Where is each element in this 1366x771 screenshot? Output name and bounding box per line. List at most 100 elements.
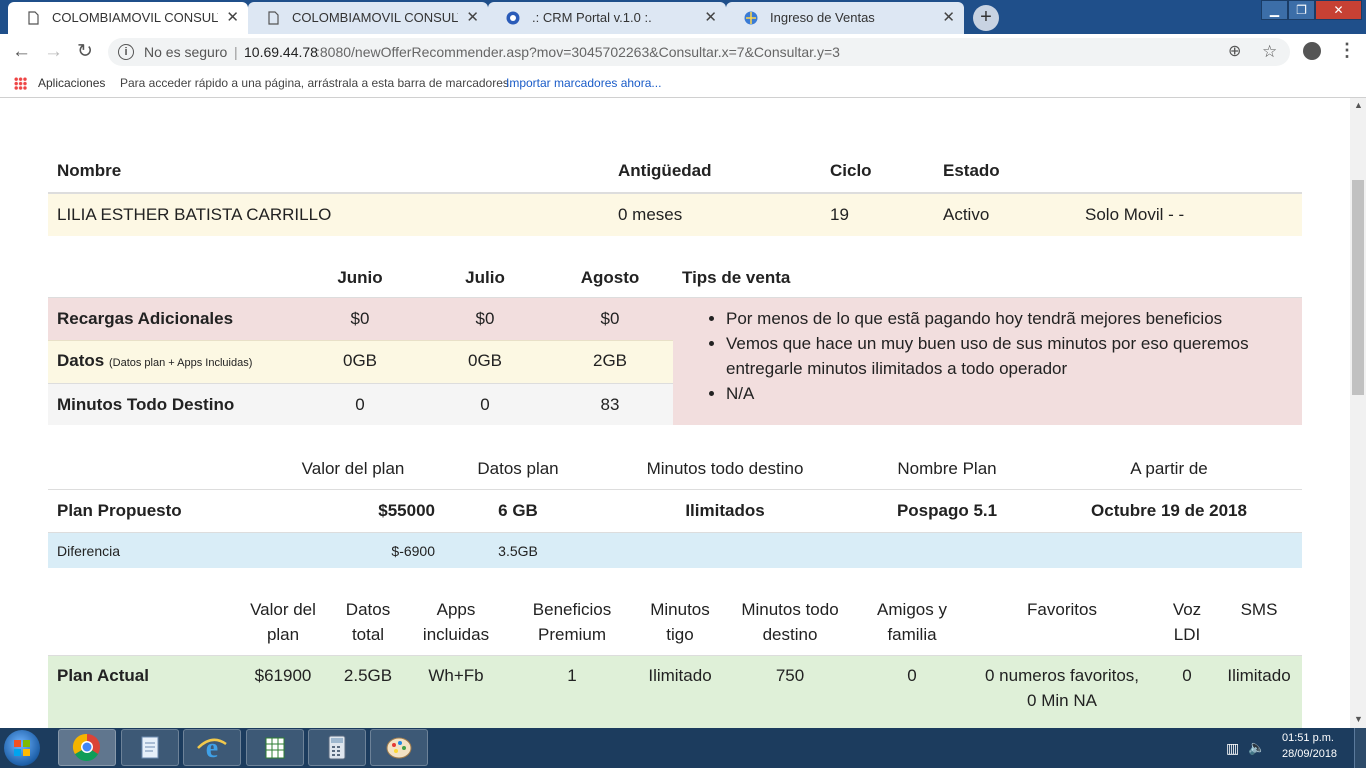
customer-name: LILIA ESTHER BATISTA CARRILLO: [57, 205, 332, 224]
start-button[interactable]: [4, 730, 40, 766]
close-icon[interactable]: ✕: [942, 2, 955, 34]
page-icon: [28, 11, 39, 25]
taskbar-chrome[interactable]: [58, 729, 116, 766]
usage-row-minutos: Minutos Todo Destino 0 0 83: [48, 383, 673, 425]
usage-header-row: Junio Julio Agosto Tips de venta: [48, 255, 1302, 298]
customer-tipo: Solo Movil - -: [1085, 205, 1185, 224]
globe-icon: [744, 11, 758, 25]
header-estado: Estado: [943, 161, 1000, 180]
page-icon: [268, 11, 279, 25]
import-bookmarks-link[interactable]: Importar marcadores ahora...: [506, 70, 661, 97]
tab-title: Ingreso de Ventas: [770, 10, 875, 25]
crm-icon: [506, 11, 520, 25]
notepad-icon: [141, 736, 159, 759]
close-icon[interactable]: ✕: [226, 2, 239, 34]
current-row: Plan Actual $61900 2.5GB Wh+Fb 1 Ilimita…: [48, 656, 1302, 728]
tab-1[interactable]: COLOMBIAMOVIL CONSULTA IN ✕: [8, 2, 248, 34]
url-path: :8080/newOfferRecommender.asp?mov=304570…: [316, 44, 840, 60]
diff-row: Diferencia $-6900 3.5GB: [48, 532, 1302, 568]
usage-table: Junio Julio Agosto Tips de venta Recarga…: [48, 255, 1302, 427]
spreadsheet-icon: [265, 737, 285, 759]
taskbar: e ▥ 🔈 01:51 p.m. 28/09/2018: [0, 728, 1366, 768]
bookmarks-bar: Aplicaciones Para acceder rápido a una p…: [0, 70, 1366, 98]
row-label: Datos (Datos plan + Apps Incluidas): [57, 351, 253, 370]
customer-estado: Activo: [943, 205, 990, 224]
customer-header-row: Nombre Antigüedad Ciclo Estado: [48, 148, 1302, 194]
customer-row: LILIA ESTHER BATISTA CARRILLO 0 meses 19…: [48, 194, 1302, 236]
tab-strip: COLOMBIAMOVIL CONSULTA IN ✕ COLOMBIAMOVI…: [0, 0, 1366, 34]
calculator-icon: [328, 735, 346, 760]
scrollbar-thumb[interactable]: [1352, 180, 1364, 395]
profile-icon[interactable]: [1303, 42, 1321, 60]
clock-date[interactable]: 28/09/2018: [1282, 748, 1337, 760]
proposed-plan-table: Valor del plan Datos plan Minutos todo d…: [48, 446, 1302, 568]
current-plan-table: Valor del plan Datos total Apps incluidas B…: [48, 588, 1302, 728]
header-nombre: Nombre: [57, 161, 122, 180]
customer-ciclo: 19: [830, 205, 849, 224]
tip-item: N/A: [726, 381, 1302, 406]
tip-item: Vemos que hace un muy buen uso de sus mi…: [726, 331, 1302, 381]
chrome-icon: [72, 733, 100, 761]
tab-2[interactable]: COLOMBIAMOVIL CONSULTA IN ✕: [248, 2, 488, 34]
address-bar[interactable]: i No es seguro | 10.69.44.78 :8080/newOf…: [108, 38, 1290, 66]
new-tab-button[interactable]: +: [973, 5, 999, 31]
info-icon[interactable]: i: [118, 44, 134, 60]
menu-icon[interactable]: ⋮: [1338, 40, 1356, 61]
close-icon[interactable]: ✕: [466, 2, 479, 34]
network-icon[interactable]: ▥: [1226, 740, 1239, 757]
apps-icon[interactable]: [14, 77, 27, 90]
header-antiguedad: Antigüedad: [618, 161, 712, 180]
back-icon[interactable]: ←: [12, 41, 31, 63]
tab-title: COLOMBIAMOVIL CONSULTA IN: [52, 10, 218, 25]
row-label: Minutos Todo Destino: [57, 395, 235, 414]
maximize-button[interactable]: ❐: [1288, 0, 1315, 20]
scroll-down-icon[interactable]: ▼: [1354, 714, 1363, 724]
zoom-icon[interactable]: ⊕: [1228, 38, 1241, 66]
volume-icon[interactable]: 🔈: [1248, 739, 1265, 756]
taskbar-app-2[interactable]: [121, 729, 179, 766]
internet-explorer-icon: e: [197, 733, 227, 764]
tab-title: COLOMBIAMOVIL CONSULTA IN: [292, 10, 458, 25]
taskbar-paint[interactable]: [370, 729, 428, 766]
tab-title: .: CRM Portal v.1.0 :.: [532, 10, 652, 25]
row-label: Recargas Adicionales: [57, 309, 234, 328]
diff-label: Diferencia: [57, 543, 121, 559]
customer-antiguedad: 0 meses: [618, 205, 683, 224]
forward-icon[interactable]: →: [44, 41, 63, 63]
customer-table: Nombre Antigüedad Ciclo Estado LILIA EST…: [48, 148, 1302, 236]
tips-header: Tips de venta: [682, 268, 791, 287]
taskbar-app-4[interactable]: [246, 729, 304, 766]
usage-row-datos: Datos (Datos plan + Apps Incluidas) 0GB …: [48, 340, 673, 383]
tips-list: Por menos de lo que estã pagando hoy ten…: [673, 298, 1302, 406]
page-content: Nombre Antigüedad Ciclo Estado LILIA EST…: [0, 98, 1350, 728]
close-window-button[interactable]: ✕: [1315, 0, 1362, 20]
current-header-row: Valor del plan Datos total Apps incluidas B…: [48, 588, 1302, 656]
url-host: 10.69.44.78: [244, 44, 318, 60]
tab-3[interactable]: .: CRM Portal v.1.0 :. ✕: [488, 2, 726, 34]
apps-link[interactable]: Aplicaciones: [38, 70, 105, 97]
show-desktop-button[interactable]: [1354, 728, 1366, 768]
security-label: No es seguro: [144, 44, 228, 60]
minimize-button[interactable]: ▁: [1261, 0, 1288, 20]
separator: |: [234, 44, 238, 60]
taskbar-calculator[interactable]: [308, 729, 366, 766]
tab-4[interactable]: Ingreso de Ventas ✕: [726, 2, 964, 34]
row-sublabel: (Datos plan + Apps Incluidas): [108, 357, 253, 369]
tips-panel: Por menos de lo que estã pagando hoy ten…: [673, 298, 1302, 425]
bookmarks-hint: Para acceder rápido a una página, arrást…: [120, 76, 513, 90]
scroll-up-icon[interactable]: ▲: [1354, 100, 1363, 110]
row-label: Plan Propuesto: [57, 501, 182, 520]
usage-row-recargas: Recargas Adicionales $0 $0 $0: [48, 298, 673, 340]
clock-time[interactable]: 01:51 p.m.: [1282, 732, 1334, 744]
proposed-row: Plan Propuesto $55000 6 GB Ilimitados Po…: [57, 501, 1247, 520]
paint-icon: [386, 737, 412, 759]
close-icon[interactable]: ✕: [704, 2, 717, 34]
windows-logo-icon: [14, 740, 30, 756]
header-ciclo: Ciclo: [830, 161, 872, 180]
star-icon[interactable]: ☆: [1262, 38, 1277, 66]
svg-text:e: e: [206, 733, 218, 764]
tip-item: Por menos de lo que estã pagando hoy ten…: [726, 306, 1302, 331]
taskbar-ie[interactable]: e: [183, 729, 241, 766]
reload-icon[interactable]: ↻: [77, 40, 93, 63]
row-label: Plan Actual: [57, 666, 149, 685]
